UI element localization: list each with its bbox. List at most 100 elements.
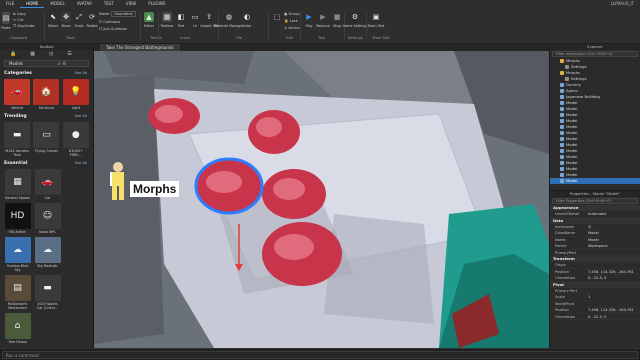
duplicate-button[interactable]: ❐ Duplicate — [13, 24, 35, 28]
toolbox-item-label: McDonald's Restaurant — [7, 302, 28, 310]
toolbox-item[interactable]: 🏠 Structure — [33, 79, 60, 110]
explorer-filter-input[interactable]: Filter workspace (Ctrl+Shift+X) — [552, 51, 638, 57]
group-button[interactable]: ▣ Group — [284, 12, 300, 16]
property-value[interactable]: Automatic — [588, 211, 640, 217]
toolbox-item[interactable]: 🚗 Vehicle — [4, 79, 31, 110]
game-viewport[interactable]: Take The Strongest Battlegrounds Morphs — [94, 44, 549, 348]
terrain-editor-button[interactable]: ▲ Editor — [142, 12, 156, 28]
toolbox-item-label: D1000+ FIREI... — [68, 149, 83, 157]
toolbox-item[interactable]: ▭ Flying Carpet — [33, 122, 60, 157]
explorer-item[interactable]: Model — [550, 178, 640, 184]
join-surfaces-toggle[interactable]: ☐ Join Surfaces — [99, 27, 127, 31]
tree[interactable] — [148, 98, 200, 134]
part-button[interactable]: ◧ Part — [174, 12, 188, 28]
property-value[interactable]: 1 — [588, 294, 640, 300]
edit-tool-a[interactable]: ⬚ — [270, 12, 284, 22]
clock-icon[interactable]: ◷ — [49, 51, 53, 57]
section-trending: Trending See All — [0, 114, 93, 119]
property-value[interactable] — [588, 301, 640, 307]
game-settings-button[interactable]: ⚙ Game Settings — [342, 12, 367, 28]
toolbox-item[interactable]: ▬ 2020 Sports Car (Chevr... — [34, 275, 61, 310]
cursor-icon: ⬉ — [50, 13, 56, 21]
menu-file[interactable]: FILE — [0, 0, 20, 8]
menu-test[interactable]: TEST — [98, 0, 120, 8]
property-value[interactable]: 7.456, 114.326, -164.761 — [588, 269, 640, 275]
material-manager-button[interactable]: ◍ Material Manager — [214, 12, 244, 28]
menu-avatar[interactable]: AVATAR — [71, 0, 98, 8]
property-row[interactable]: Orientation 0, -22.5, 0 — [550, 314, 640, 320]
color-button[interactable]: ◐ Color — [240, 12, 254, 28]
tree-selected[interactable] — [194, 157, 264, 215]
select-tool-button[interactable]: ⬉ Select — [46, 12, 60, 28]
command-input[interactable]: Run a command — [2, 351, 638, 359]
property-value[interactable]: ☑ — [588, 224, 640, 230]
paste-button[interactable]: ▤ Paste — [1, 12, 11, 30]
property-value[interactable]: Model — [588, 230, 640, 236]
building-icon: 🏠 — [33, 79, 60, 105]
play-button[interactable]: ▶ Play — [302, 12, 316, 28]
toolbox-item-label: 2020 Sports Car (Chevr... — [36, 302, 59, 310]
list-icon[interactable]: ☰ — [67, 51, 71, 57]
property-value[interactable]: Model — [588, 237, 640, 243]
property-value[interactable] — [588, 250, 640, 256]
tree[interactable] — [248, 110, 300, 154]
property-value[interactable]: 0, -22.5, 0 — [588, 314, 640, 320]
scale-tool-button[interactable]: ⤢ Scale — [72, 12, 86, 29]
trending-cards: ▬ M1A2 Abrams Tank ▭ Flying Carpet ● D1000+ F… — [0, 119, 93, 157]
model-icon — [560, 119, 564, 123]
team-test-button[interactable]: ▣ Team Test — [368, 12, 385, 28]
menu-plugins[interactable]: PLUGINS — [142, 0, 171, 8]
rotate-tool-button[interactable]: ⟳ Rotate — [85, 12, 99, 28]
property-value[interactable] — [588, 288, 640, 294]
copy-button[interactable]: ⧉ Copy — [13, 12, 26, 16]
cut-button[interactable]: ✂ Cut — [13, 18, 23, 22]
separator — [158, 12, 159, 40]
menu-model[interactable]: MODEL — [44, 0, 70, 8]
filter-icon[interactable]: ⚟ — [62, 61, 66, 67]
terrain-group-label: Terrain — [150, 36, 163, 40]
property-value[interactable]: 0, -22.5, 0 — [588, 275, 640, 281]
mode-select[interactable]: Mode: Geometric — [99, 11, 136, 17]
model-icon — [560, 101, 564, 105]
inventory-icon[interactable]: 🔒 — [10, 51, 16, 57]
place-tab[interactable]: Take The Strongest Battlegrounds — [100, 44, 180, 51]
property-value[interactable]: Workspace — [588, 243, 640, 249]
grid-icon[interactable]: ▦ — [30, 51, 35, 57]
toolbox-item[interactable]: ☁ Sunless Blue Sky — [4, 237, 31, 272]
tree[interactable] — [262, 169, 326, 219]
menu-home[interactable]: HOME — [20, 0, 45, 8]
property-value[interactable] — [588, 262, 640, 268]
toolbox-item[interactable]: ▬ M1A2 Abrams Tank — [4, 122, 31, 157]
explorer-item-label: Model — [566, 178, 578, 183]
toolbox-item[interactable]: HD HD Admin — [4, 203, 31, 234]
lock-button[interactable]: 🔒 Lock — [284, 19, 298, 23]
npc-icon: ☺ — [34, 203, 61, 229]
toolbox-item[interactable]: ⌂ Tree House — [4, 313, 31, 344]
see-all-link[interactable]: See All — [75, 71, 87, 75]
model-icon — [560, 107, 564, 111]
tree[interactable] — [262, 222, 342, 286]
properties-filter-input[interactable]: Filter Properties (Ctrl+Shift+P) — [552, 198, 638, 204]
resume-button[interactable]: ▶ Resume — [316, 12, 330, 28]
anchor-button[interactable]: ⚓ Anchor — [284, 26, 301, 30]
toolbox-item[interactable]: 🚗 Car — [34, 169, 61, 200]
search-icon[interactable]: ⌕ — [58, 61, 61, 67]
toolbox-item[interactable]: ● D1000+ FIREI... — [62, 122, 89, 157]
category-select[interactable]: Models — [4, 60, 89, 67]
move-tool-button[interactable]: ✥ Move — [59, 12, 73, 28]
toolbox-item[interactable]: ☺ Noob NPC — [34, 203, 61, 234]
toolbox-button[interactable]: ▦ Toolbox — [160, 12, 174, 28]
toolbox-item[interactable]: ▤ McDonald's Restaurant — [4, 275, 31, 310]
toolbox-item[interactable]: 💡 Light — [62, 79, 89, 110]
menu-view[interactable]: VIEW — [120, 0, 142, 8]
collisions-toggle[interactable]: ☐ Collisions — [99, 20, 120, 24]
user-name[interactable]: LLPRAUS_IT — [611, 1, 634, 6]
toolbox-item[interactable]: ▦ Neutral Spawn — [4, 169, 31, 200]
see-all-link[interactable]: See All — [75, 161, 87, 165]
see-all-link[interactable]: See All — [75, 114, 87, 118]
categories-cards: 🚗 Vehicle 🏠 Structure 💡 Light — [0, 76, 93, 110]
model-icon — [560, 71, 564, 75]
property-value[interactable]: 7.456, 114.326, -164.761 — [588, 307, 640, 313]
toolbox-item-label: Flying Carpet — [35, 149, 58, 153]
toolbox-item[interactable]: ☁ Sky Realistic — [34, 237, 61, 272]
